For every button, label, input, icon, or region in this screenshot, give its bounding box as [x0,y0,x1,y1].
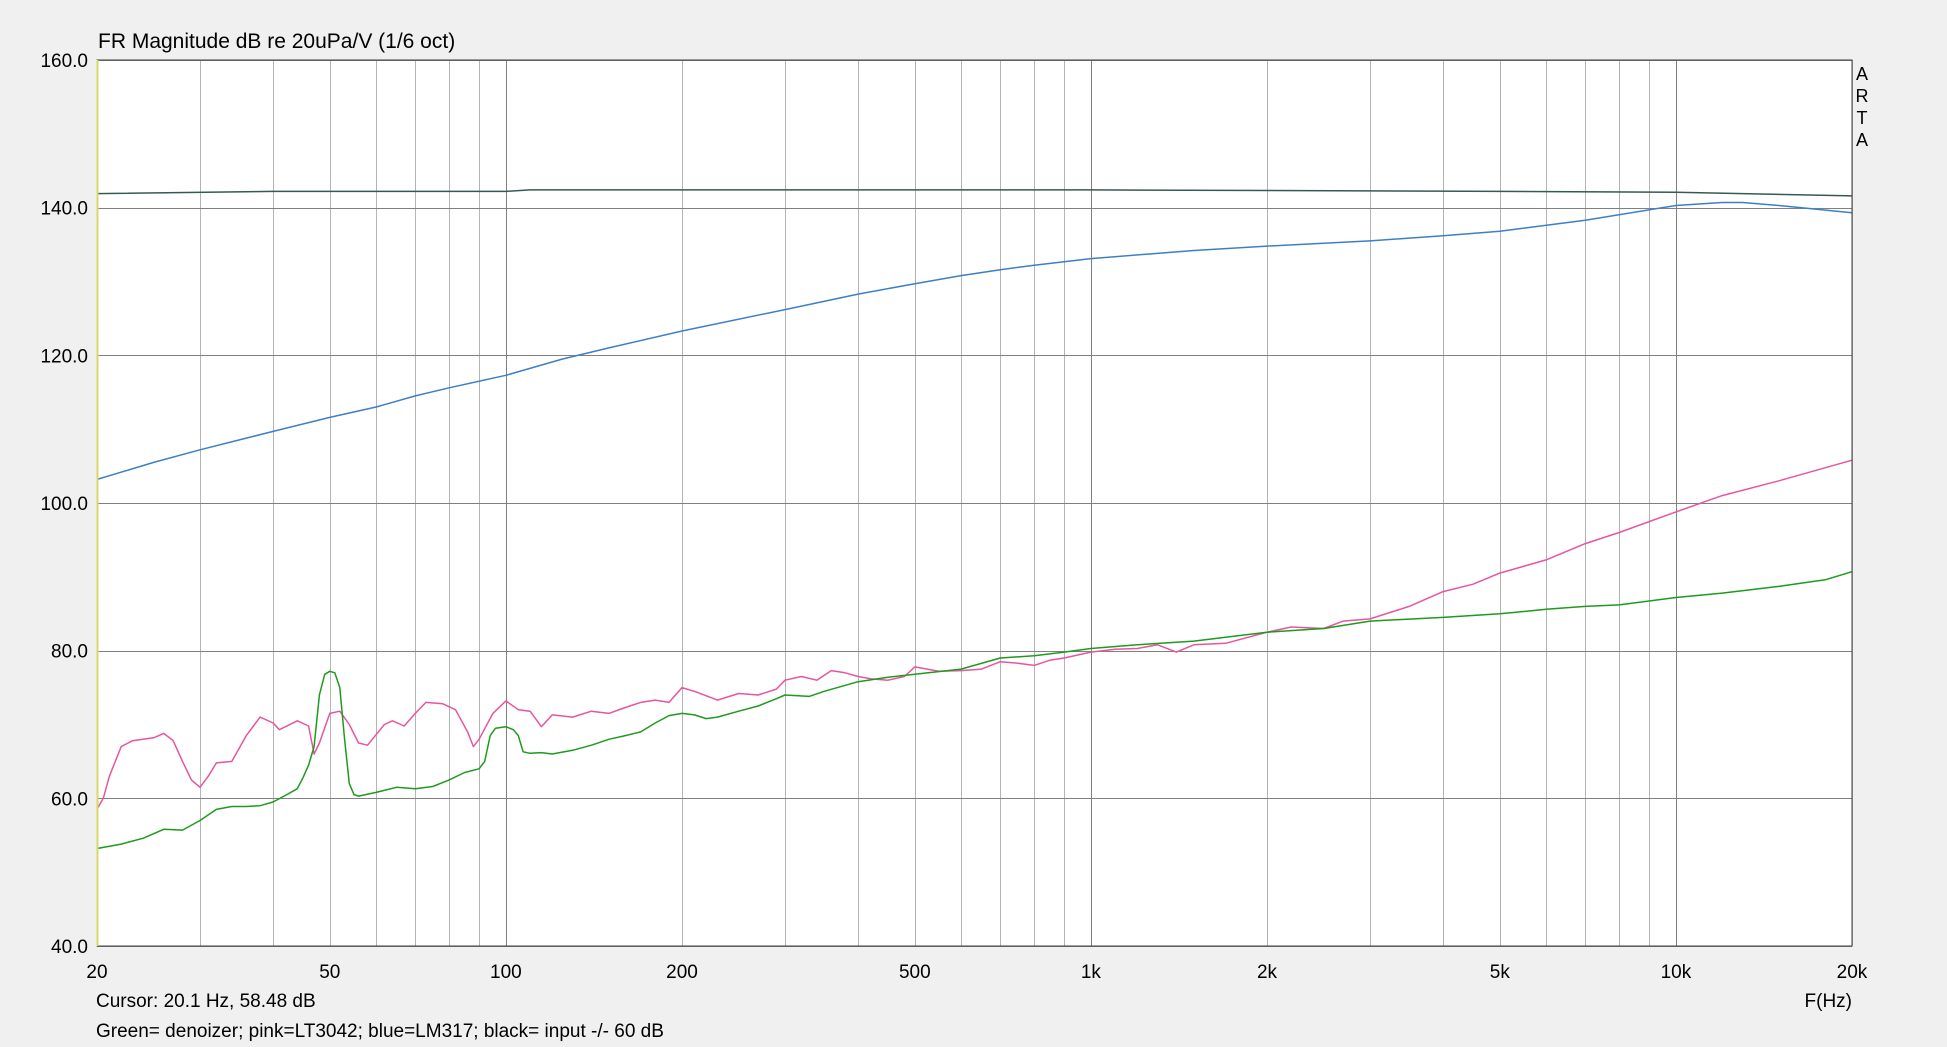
legend-note: Green= denoizer; pink=LT3042; blue=LM317… [96,1021,664,1042]
x-tick-label: 1k [1081,962,1102,983]
arta-watermark: ARTA [1856,64,1869,150]
x-tick-label: 20k [1837,962,1868,983]
x-tick-label: 2k [1257,962,1278,983]
y-tick-label: 60.0 [51,789,88,810]
y-tick-label: 160.0 [40,51,88,72]
y-tick-label: 40.0 [51,937,88,958]
watermark-letter: R [1856,86,1869,106]
x-axis-unit: F(Hz) [1805,991,1852,1012]
x-tick-label: 50 [319,962,340,983]
y-tick-label: 140.0 [40,199,88,220]
cursor-readout: Cursor: 20.1 Hz, 58.48 dB [96,991,316,1012]
watermark-letter: A [1856,130,1868,150]
x-tick-label: 20 [86,962,107,983]
x-axis: 20 50 100 200 500 1k 2k 5k 10k 20k [86,962,1867,983]
x-tick-label: 5k [1490,962,1511,983]
y-tick-label: 80.0 [51,642,88,663]
x-tick-label: 100 [490,962,522,983]
x-tick-label: 200 [666,962,698,983]
x-tick-label: 10k [1661,962,1692,983]
chart: FR Magnitude dB re 20uPa/V (1/6 oct) 40.… [40,30,1869,1042]
y-tick-label: 120.0 [40,346,88,367]
watermark-letter: A [1856,64,1868,84]
watermark-letter: T [1857,108,1868,128]
y-tick-label: 100.0 [40,494,88,515]
x-tick-label: 500 [899,962,931,983]
chart-title: FR Magnitude dB re 20uPa/V (1/6 oct) [98,30,455,53]
y-axis: 40.0 60.0 80.0 100.0 120.0 140.0 160.0 [40,51,88,958]
